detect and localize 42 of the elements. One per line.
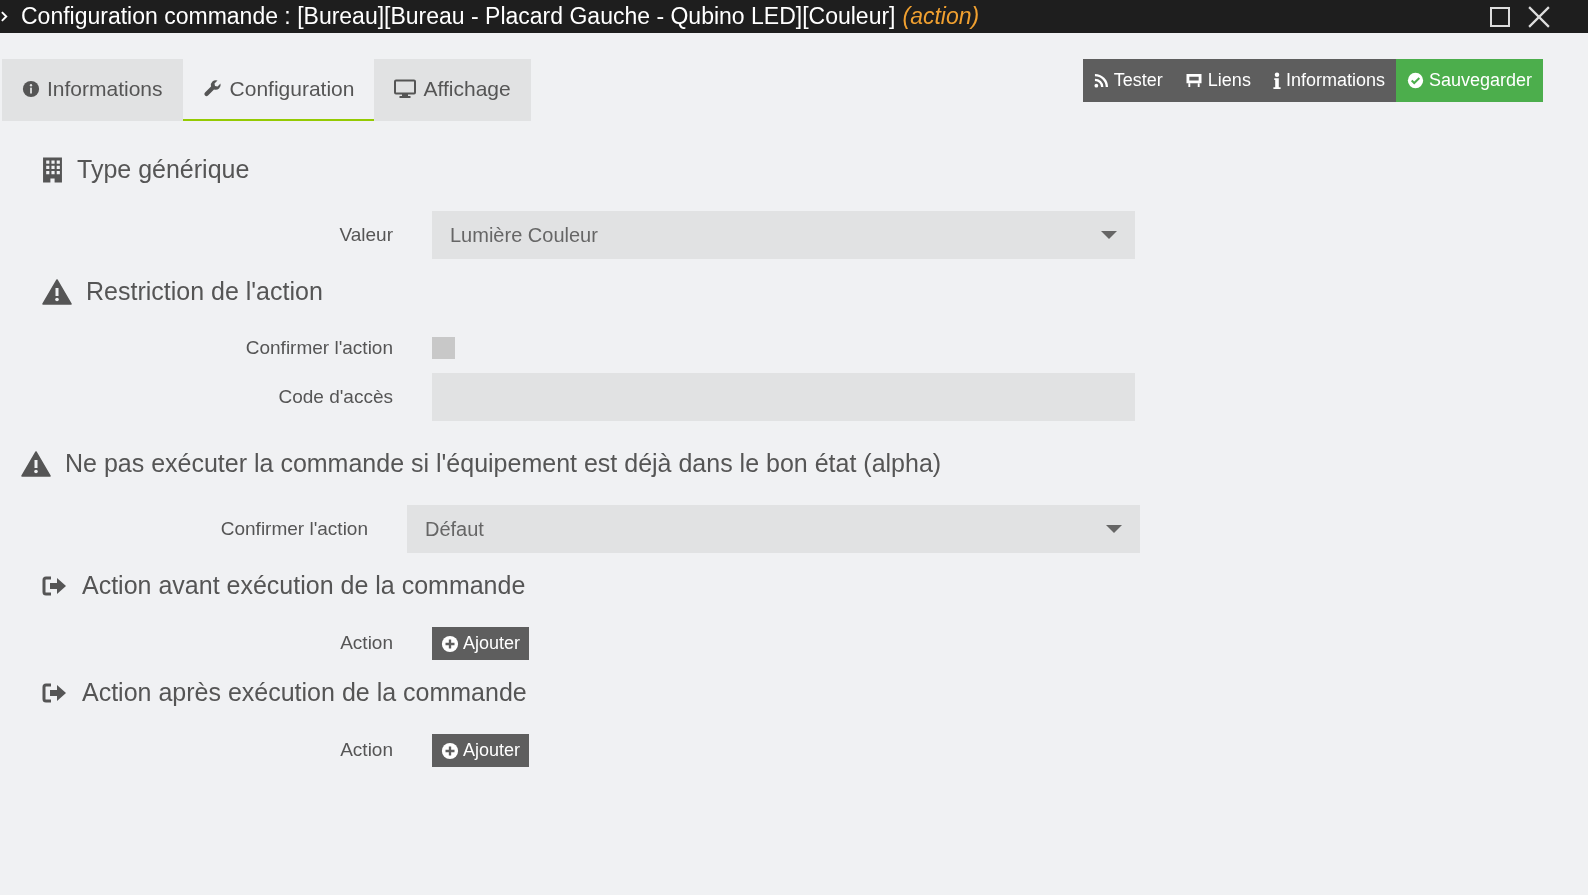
info-icon [22, 80, 40, 98]
sign-out-icon [42, 682, 68, 704]
tab[interactable]: Affichage [374, 59, 531, 121]
wrench-icon [202, 79, 223, 99]
section-heading: Restriction de l'action [86, 276, 323, 308]
dropdown[interactable]: Lumière Couleur [432, 211, 1135, 259]
field-label: Action [340, 632, 393, 654]
dropdown[interactable]: Défaut [407, 505, 1140, 553]
plus-circle-icon [441, 634, 459, 653]
toolbar-button[interactable]: Informations [1261, 59, 1396, 102]
tab[interactable]: Informations [2, 59, 183, 121]
caret-icon [1101, 231, 1117, 239]
check-circle-icon [1406, 72, 1424, 89]
caret-icon [1106, 525, 1122, 533]
building-icon [42, 157, 63, 183]
rss-icon [1093, 73, 1109, 88]
warning-icon [42, 279, 72, 305]
field-label: Code d'accès [278, 385, 393, 407]
field-label: Confirmer l'action [245, 336, 393, 358]
plus-circle-icon [441, 741, 459, 760]
toolbar-button[interactable]: Tester [1082, 59, 1174, 102]
toolbar-button[interactable]: Liens [1173, 59, 1262, 102]
section-heading: Type générique [77, 154, 250, 186]
section-heading: Action avant exécution de la commande [82, 570, 526, 602]
window-title: Configuration commande : [Bureau][Bureau - Placard Gauche - Qubino LED][Couleur] [21, 2, 896, 32]
close-icon[interactable] [1528, 5, 1550, 28]
monitor-icon [394, 79, 417, 99]
section-heading: Ne pas exécuter la commande si l'équipement est déjà dans le bon état (alpha) [65, 448, 942, 480]
warning-icon [21, 451, 51, 477]
window-subtitle: (action) [902, 2, 980, 32]
maximize-icon[interactable] [1490, 6, 1510, 27]
add-button[interactable]: Ajouter [432, 734, 530, 767]
sign-out-icon [42, 575, 68, 597]
field-label: Confirmer l'action [220, 517, 368, 539]
screen-icon [1184, 73, 1203, 88]
info-icon [1272, 71, 1281, 90]
field-label: Valeur [339, 223, 393, 245]
add-button[interactable]: Ajouter [432, 627, 530, 660]
section-heading: Action après exécution de la commande [82, 677, 527, 709]
field-label: Action [340, 739, 393, 761]
chevron-icon [1, 11, 8, 22]
checkbox[interactable] [432, 337, 455, 359]
